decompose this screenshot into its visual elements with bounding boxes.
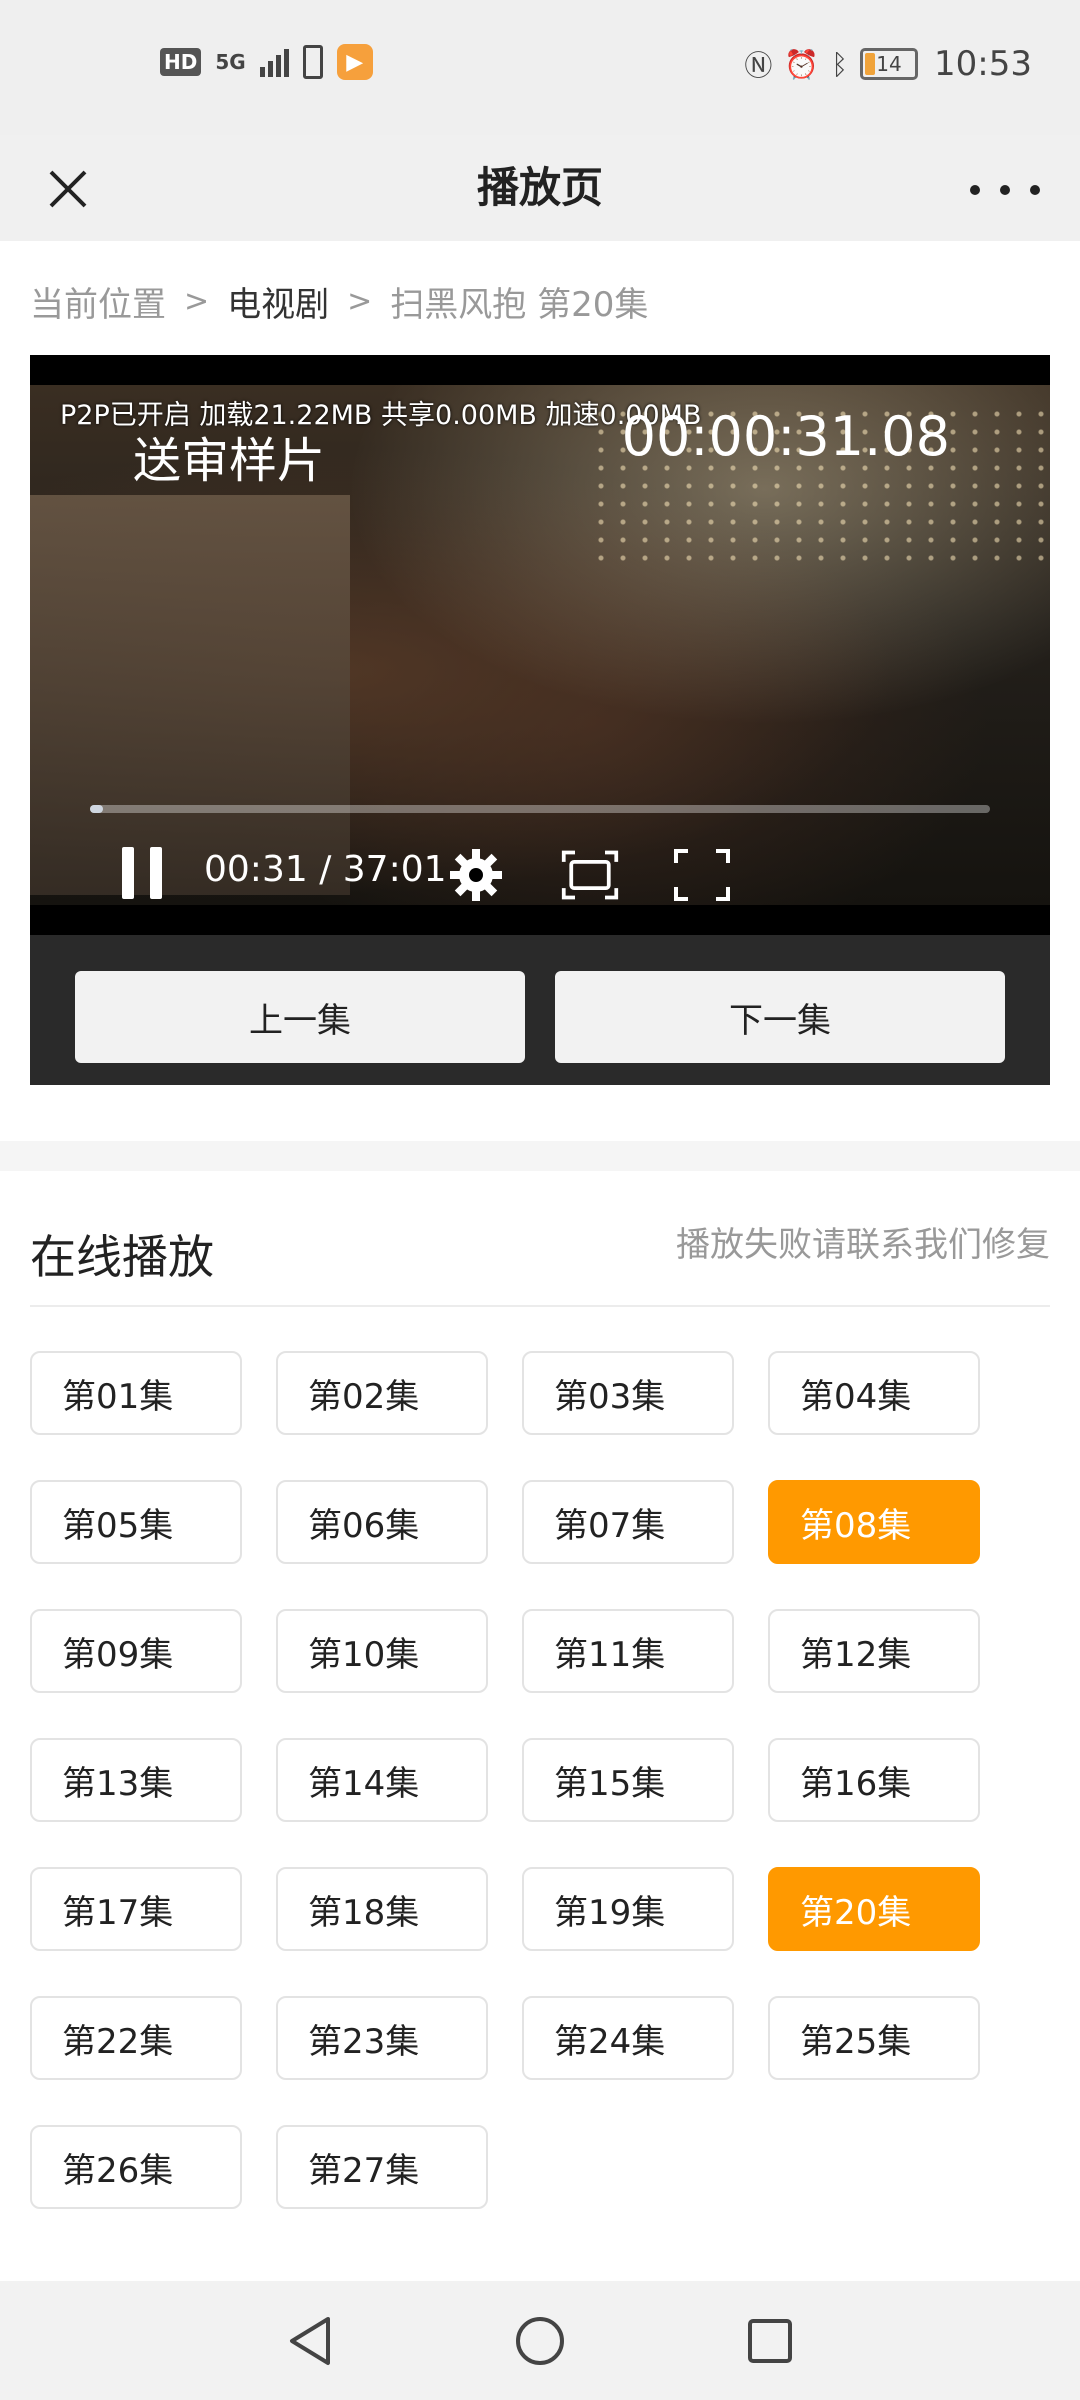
- fullscreen-icon: [674, 849, 730, 901]
- status-left: HD 5G ▶: [160, 44, 373, 80]
- home-button[interactable]: [508, 2309, 572, 2373]
- status-right: Ⓝ ⏰ ᛒ 14 10:53: [744, 44, 1032, 84]
- episode-nav: 上一集 下一集: [30, 935, 1050, 1085]
- breadcrumb-root: 当前位置: [30, 285, 166, 325]
- pause-icon: [122, 847, 134, 899]
- breadcrumb-category[interactable]: 电视剧: [227, 277, 329, 326]
- nfc-icon: Ⓝ: [744, 49, 773, 82]
- divider: [30, 1305, 1050, 1307]
- system-nav-bar: [0, 2281, 1080, 2400]
- episode-button[interactable]: 第15集: [522, 1738, 734, 1822]
- back-button[interactable]: [278, 2309, 342, 2373]
- more-dot: [970, 185, 980, 195]
- episode-button[interactable]: 第12集: [768, 1609, 980, 1693]
- fullscreen-button[interactable]: [672, 845, 732, 905]
- battery-fill: [865, 53, 876, 75]
- back-icon: [290, 2317, 330, 2365]
- aspect-ratio-icon: [561, 850, 619, 900]
- episode-button[interactable]: 第14集: [276, 1738, 488, 1822]
- home-icon: [516, 2317, 564, 2365]
- player-controls: 00:31 / 37:01: [30, 835, 1050, 915]
- episode-button[interactable]: 第17集: [30, 1867, 242, 1951]
- episode-button[interactable]: 第01集: [30, 1351, 242, 1435]
- episode-button[interactable]: 第02集: [276, 1351, 488, 1435]
- hd-badge: HD: [160, 48, 202, 76]
- video-watermark: 送审样片: [133, 433, 326, 489]
- report-link[interactable]: 播放失败请联系我们修复: [676, 1217, 1050, 1266]
- prev-episode-button[interactable]: 上一集: [75, 971, 525, 1063]
- more-button[interactable]: [970, 165, 1040, 215]
- status-time: 10:53: [934, 44, 1032, 84]
- network-label: 5G: [215, 50, 246, 74]
- alarm-icon: ⏰: [784, 47, 820, 81]
- episode-button[interactable]: 第18集: [276, 1867, 488, 1951]
- episode-button[interactable]: 第04集: [768, 1351, 980, 1435]
- page-title: 播放页: [476, 163, 603, 212]
- episode-button[interactable]: 第19集: [522, 1867, 734, 1951]
- episode-button[interactable]: 第06集: [276, 1480, 488, 1564]
- title-bar: 播放页: [0, 135, 1080, 241]
- page-content: 当前位置 > 电视剧 > 扫黑风抱 第20集 P2P已开启 加载21.22MB …: [0, 241, 1080, 2281]
- progress-played: [90, 805, 103, 813]
- pause-button[interactable]: [122, 847, 162, 899]
- saver-icon: [302, 45, 323, 79]
- status-bar: HD 5G ▶ Ⓝ ⏰ ᛒ 14 10:53: [0, 0, 1080, 135]
- episode-button[interactable]: 第03集: [522, 1351, 734, 1435]
- app-notification-icon: ▶: [336, 44, 373, 80]
- progress-bar[interactable]: [90, 805, 990, 813]
- screen-fit-button[interactable]: [560, 845, 620, 905]
- video-player[interactable]: P2P已开启 加载21.22MB 共享0.00MB 加速0.00MB 送审样片 …: [30, 355, 1050, 935]
- episode-button[interactable]: 第09集: [30, 1609, 242, 1693]
- overlay-timestamp: 00:00:31.08: [621, 405, 950, 468]
- gear-icon: [450, 849, 502, 901]
- episode-button[interactable]: 第26集: [30, 2125, 242, 2209]
- pause-icon: [150, 847, 162, 899]
- episode-button[interactable]: 第16集: [768, 1738, 980, 1822]
- episode-button[interactable]: 第05集: [30, 1480, 242, 1564]
- breadcrumb-current: 扫黑风抱 第20集: [390, 285, 649, 325]
- episode-button[interactable]: 第25集: [768, 1996, 980, 2080]
- online-section-title: 在线播放: [30, 1230, 214, 1284]
- next-episode-button[interactable]: 下一集: [555, 971, 1005, 1063]
- episode-button[interactable]: 第22集: [30, 1996, 242, 2080]
- timecode: 00:31 / 37:01: [204, 849, 447, 890]
- more-dot: [1030, 185, 1040, 195]
- episode-button[interactable]: 第24集: [522, 1996, 734, 2080]
- battery-level: 14: [876, 52, 902, 76]
- breadcrumb: 当前位置 > 电视剧 > 扫黑风抱 第20集: [30, 277, 648, 326]
- episode-button[interactable]: 第13集: [30, 1738, 242, 1822]
- signal-icon: [259, 47, 289, 77]
- episode-button[interactable]: 第10集: [276, 1609, 488, 1693]
- chevron-right-icon: >: [184, 284, 210, 319]
- episode-button[interactable]: 第07集: [522, 1480, 734, 1564]
- episode-button-active[interactable]: 第08集: [768, 1480, 980, 1564]
- episode-button[interactable]: 第11集: [522, 1609, 734, 1693]
- section-gap: [0, 1141, 1080, 1171]
- recents-icon: [748, 2319, 792, 2363]
- chevron-right-icon: >: [347, 284, 373, 319]
- recents-button[interactable]: [738, 2309, 802, 2373]
- more-dot: [1000, 185, 1010, 195]
- bluetooth-icon: ᛒ: [831, 47, 849, 81]
- episode-button-active[interactable]: 第20集: [768, 1867, 980, 1951]
- episode-button[interactable]: 第27集: [276, 2125, 488, 2209]
- battery-icon: 14: [860, 48, 919, 80]
- settings-button[interactable]: [446, 845, 506, 905]
- episode-button[interactable]: 第23集: [276, 1996, 488, 2080]
